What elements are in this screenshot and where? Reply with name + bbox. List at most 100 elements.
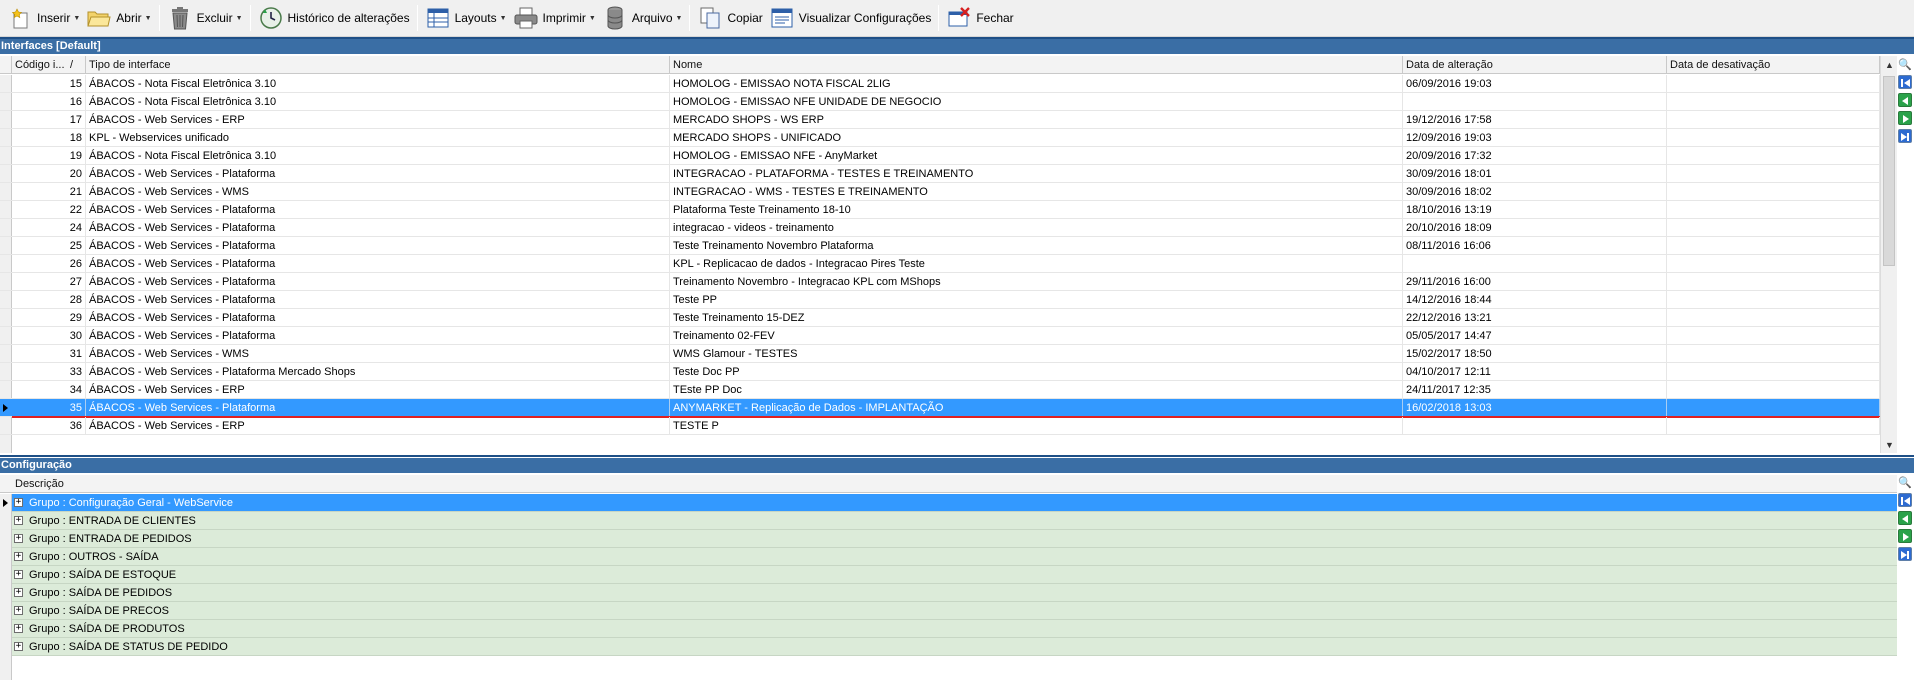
table-row[interactable]: 19 ÁBACOS - Nota Fiscal Eletrônica 3.10 HO… (0, 147, 1880, 165)
cell-codigo[interactable]: 31 (12, 345, 86, 363)
cell-data-alteracao[interactable]: 05/05/2017 14:47 (1403, 327, 1667, 345)
cell-nome[interactable]: MERCADO SHOPS - WS ERP (670, 111, 1403, 129)
table-row[interactable]: 25 ÁBACOS - Web Services - Plataforma Test… (0, 237, 1880, 255)
cell-codigo[interactable]: 36 (12, 417, 86, 435)
cell-codigo[interactable]: 18 (12, 129, 86, 147)
cell-tipo[interactable]: ÁBACOS - Web Services - ERP (86, 417, 670, 435)
cell-nome[interactable]: Treinamento 02-FEV (670, 327, 1403, 345)
first-record-icon[interactable] (1898, 493, 1912, 507)
cell-tipo[interactable]: ÁBACOS - Nota Fiscal Eletrônica 3.10 (86, 147, 670, 165)
find-icon[interactable]: 🔍 (1897, 476, 1913, 490)
layouts-button[interactable]: Layouts ▼ (422, 3, 510, 33)
next-record-icon[interactable] (1898, 111, 1912, 125)
find-icon[interactable]: 🔍 (1897, 58, 1913, 72)
expand-icon[interactable]: + (14, 624, 23, 633)
cell-data-desativacao[interactable] (1667, 417, 1880, 435)
cell-codigo[interactable]: 28 (12, 291, 86, 309)
expand-icon[interactable]: + (14, 534, 23, 543)
column-data-alteracao[interactable]: Data de alteração (1403, 56, 1667, 74)
table-row[interactable]: 35 ÁBACOS - Web Services - Plataforma ANYM… (0, 399, 1880, 418)
column-nome[interactable]: Nome (670, 56, 1403, 74)
tree-group-row[interactable]: + Grupo : SAÍDA DE PRODUTOS (12, 620, 1897, 638)
open-button[interactable]: Abrir ▼ (83, 3, 154, 33)
cell-tipo[interactable]: ÁBACOS - Web Services - Plataforma (86, 201, 670, 219)
cell-codigo[interactable]: 21 (12, 183, 86, 201)
cell-nome[interactable]: integracao - videos - treinamento (670, 219, 1403, 237)
table-row[interactable]: 30 ÁBACOS - Web Services - Plataforma Trei… (0, 327, 1880, 345)
column-tipo[interactable]: Tipo de interface (86, 56, 670, 74)
tree-group-row[interactable]: + Grupo : OUTROS - SAÍDA (12, 548, 1897, 566)
cell-nome[interactable]: TEste PP Doc (670, 381, 1403, 399)
scroll-down-icon[interactable]: ▼ (1881, 436, 1898, 453)
cell-data-alteracao[interactable]: 08/11/2016 16:06 (1403, 237, 1667, 255)
cell-data-alteracao[interactable] (1403, 417, 1667, 435)
cell-tipo[interactable]: ÁBACOS - Web Services - Plataforma (86, 291, 670, 309)
table-row[interactable]: 33 ÁBACOS - Web Services - Plataforma Mer… (0, 363, 1880, 381)
prev-record-icon[interactable] (1898, 93, 1912, 107)
cell-tipo[interactable]: ÁBACOS - Web Services - Plataforma (86, 219, 670, 237)
cell-data-alteracao[interactable]: 19/12/2016 17:58 (1403, 111, 1667, 129)
cell-tipo[interactable]: ÁBACOS - Web Services - WMS (86, 345, 670, 363)
tree-group-row[interactable]: + Grupo : ENTRADA DE PEDIDOS (12, 530, 1897, 548)
cell-data-desativacao[interactable] (1667, 201, 1880, 219)
cell-codigo[interactable]: 30 (12, 327, 86, 345)
cell-data-alteracao[interactable]: 14/12/2016 18:44 (1403, 291, 1667, 309)
cell-data-desativacao[interactable] (1667, 291, 1880, 309)
cell-codigo[interactable]: 15 (12, 75, 86, 93)
cell-nome[interactable]: ANYMARKET - Replicação de Dados - IMPLAN… (670, 399, 1403, 417)
cell-data-desativacao[interactable] (1667, 309, 1880, 327)
cell-nome[interactable]: Teste PP (670, 291, 1403, 309)
cell-nome[interactable]: HOMOLOG - EMISSAO NFE UNIDADE DE NEGOCIO (670, 93, 1403, 111)
table-row[interactable]: 29 ÁBACOS - Web Services - Plataforma Test… (0, 309, 1880, 327)
last-record-icon[interactable] (1898, 547, 1912, 561)
cell-nome[interactable]: MERCADO SHOPS - UNIFICADO (670, 129, 1403, 147)
cell-nome[interactable]: INTEGRACAO - WMS - TESTES E TREINAMENTO (670, 183, 1403, 201)
table-row[interactable]: 28 ÁBACOS - Web Services - Plataforma Test… (0, 291, 1880, 309)
cell-data-alteracao[interactable]: 06/09/2016 19:03 (1403, 75, 1667, 93)
cell-data-desativacao[interactable] (1667, 165, 1880, 183)
cell-data-alteracao[interactable]: 12/09/2016 19:03 (1403, 129, 1667, 147)
cell-nome[interactable]: Teste Treinamento 15-DEZ (670, 309, 1403, 327)
cell-tipo[interactable]: ÁBACOS - Nota Fiscal Eletrônica 3.10 (86, 93, 670, 111)
cell-codigo[interactable]: 16 (12, 93, 86, 111)
cell-tipo[interactable]: ÁBACOS - Web Services - Plataforma (86, 165, 670, 183)
close-button[interactable]: Fechar (943, 3, 1016, 33)
cell-data-desativacao[interactable] (1667, 219, 1880, 237)
table-row[interactable]: 27 ÁBACOS - Web Services - Plataforma Trei… (0, 273, 1880, 291)
cell-data-desativacao[interactable] (1667, 381, 1880, 399)
table-row[interactable]: 16 ÁBACOS - Nota Fiscal Eletrônica 3.10 HO… (0, 93, 1880, 111)
prev-record-icon[interactable] (1898, 511, 1912, 525)
cell-tipo[interactable]: ÁBACOS - Web Services - Plataforma (86, 399, 670, 417)
cell-tipo[interactable]: KPL - Webservices unificado (86, 129, 670, 147)
cell-data-alteracao[interactable]: 22/12/2016 13:21 (1403, 309, 1667, 327)
cell-data-alteracao[interactable]: 29/11/2016 16:00 (1403, 273, 1667, 291)
table-row[interactable]: 20 ÁBACOS - Web Services - Plataforma INTE… (0, 165, 1880, 183)
table-row[interactable]: 22 ÁBACOS - Web Services - Plataforma Plat… (0, 201, 1880, 219)
cell-data-desativacao[interactable] (1667, 399, 1880, 417)
tree-group-row[interactable]: + Grupo : SAÍDA DE PRECOS (12, 602, 1897, 620)
tree-group-row[interactable]: + Grupo : SAÍDA DE ESTOQUE (12, 566, 1897, 584)
open-dropdown-icon[interactable]: ▼ (145, 15, 152, 22)
cell-data-alteracao[interactable]: 15/02/2017 18:50 (1403, 345, 1667, 363)
delete-button[interactable]: Excluir ▼ (164, 3, 246, 33)
insert-dropdown-icon[interactable]: ▼ (73, 15, 80, 22)
tree-group-row[interactable]: + Grupo : Configuração Geral - WebService (12, 494, 1897, 512)
first-record-icon[interactable] (1898, 75, 1912, 89)
cell-codigo[interactable]: 27 (12, 273, 86, 291)
cell-data-alteracao[interactable]: 24/11/2017 12:35 (1403, 381, 1667, 399)
cell-nome[interactable]: HOMOLOG - EMISSAO NFE - AnyMarket (670, 147, 1403, 165)
cell-nome[interactable]: HOMOLOG - EMISSAO NOTA FISCAL 2LIG (670, 75, 1403, 93)
cell-tipo[interactable]: ÁBACOS - Web Services - Plataforma (86, 255, 670, 273)
cell-codigo[interactable]: 33 (12, 363, 86, 381)
tree-group-row[interactable]: + Grupo : ENTRADA DE CLIENTES (12, 512, 1897, 530)
table-row[interactable]: 24 ÁBACOS - Web Services - Plataforma inte… (0, 219, 1880, 237)
table-row[interactable]: 21 ÁBACOS - Web Services - WMS INTEGRACAO … (0, 183, 1880, 201)
cell-tipo[interactable]: ÁBACOS - Web Services - Plataforma (86, 273, 670, 291)
cell-data-desativacao[interactable] (1667, 147, 1880, 165)
print-dropdown-icon[interactable]: ▼ (589, 15, 596, 22)
cell-data-desativacao[interactable] (1667, 273, 1880, 291)
expand-icon[interactable]: + (14, 516, 23, 525)
interfaces-scrollbar[interactable]: ▲ ▼ (1880, 56, 1897, 453)
table-row[interactable]: 26 ÁBACOS - Web Services - Plataforma KPL … (0, 255, 1880, 273)
cell-tipo[interactable]: ÁBACOS - Web Services - Plataforma (86, 327, 670, 345)
